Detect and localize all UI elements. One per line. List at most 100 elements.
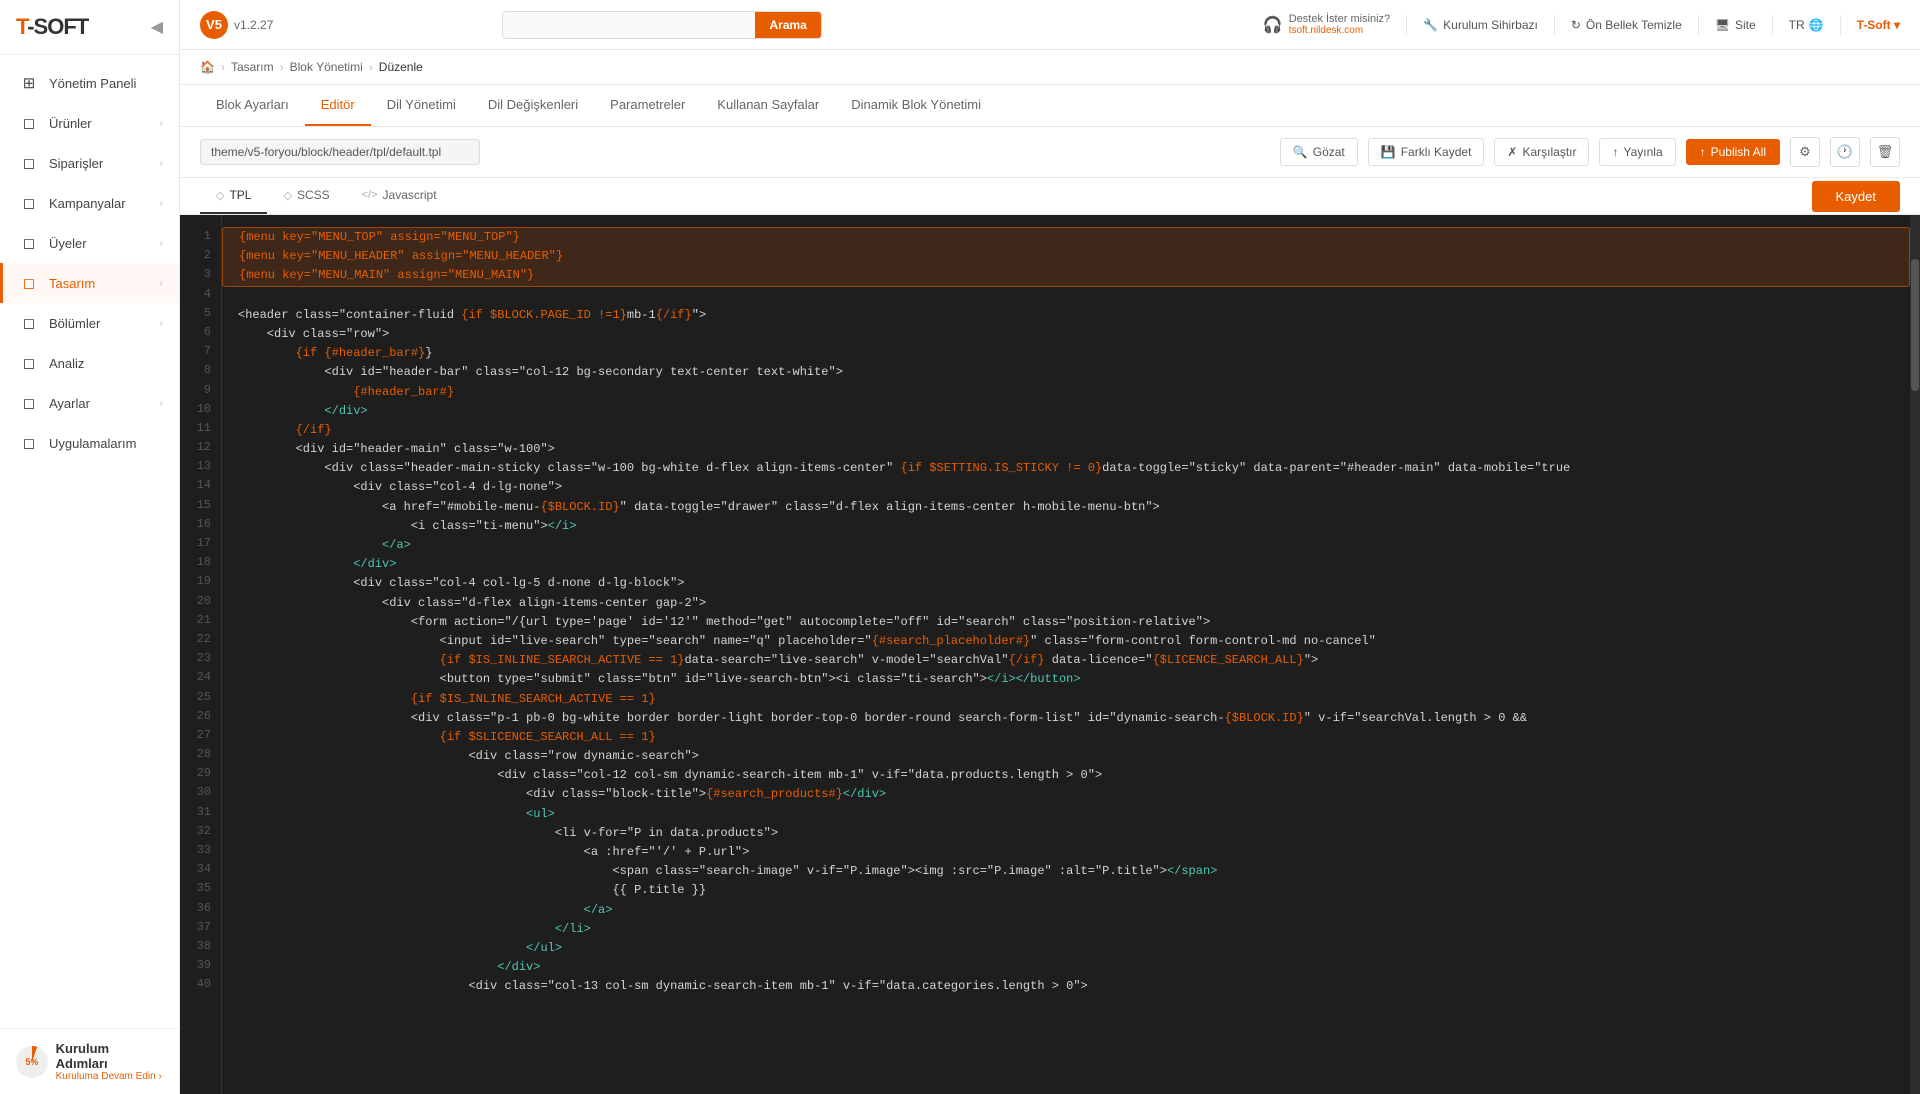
compare-icon: ✗ bbox=[1507, 145, 1517, 159]
design-icon: ◻ bbox=[19, 273, 39, 293]
tab-blok-ayarlari[interactable]: Blok Ayarları bbox=[200, 85, 305, 126]
site-button[interactable]: 🖥 Site bbox=[1715, 18, 1756, 32]
mini-scrollbar[interactable] bbox=[1910, 215, 1920, 1094]
divider bbox=[1406, 15, 1407, 35]
code-container[interactable]: 1234567891011121314151617181920212223242… bbox=[180, 215, 1920, 1094]
sidebar-item-ayarlar[interactable]: ◻ Ayarlar › bbox=[0, 383, 179, 423]
sidebar: T-SOFT ◀ ⊞ Yönetim Paneli ◻ Ürünler › ◻ … bbox=[0, 0, 180, 1094]
karsilastir-label: Karşılaştır bbox=[1522, 145, 1576, 159]
setup-title: Kurulum Adımları bbox=[56, 1041, 163, 1071]
sidebar-item-analiz[interactable]: ◻ Analiz bbox=[0, 343, 179, 383]
sidebar-item-kampanyalar[interactable]: ◻ Kampanyalar › bbox=[0, 183, 179, 223]
js-icon: </> bbox=[362, 189, 378, 201]
tab-tpl[interactable]: ◇ TPL bbox=[200, 178, 267, 214]
breadcrumb-sep: › bbox=[369, 60, 373, 74]
tab-javascript[interactable]: </> Javascript bbox=[346, 178, 453, 214]
chevron-right-icon: › bbox=[160, 118, 163, 129]
publish-all-button[interactable]: ↑ Publish All bbox=[1686, 139, 1780, 165]
code-content[interactable]: {menu key="MENU_TOP" assign="MENU_TOP"} … bbox=[222, 215, 1910, 1094]
yayinla-label: Yayınla bbox=[1623, 145, 1662, 159]
user-icon: ◻ bbox=[19, 233, 39, 253]
editor-page: Blok Ayarları Editör Dil Yönetimi Dil De… bbox=[180, 85, 1920, 1094]
sidebar-logo: T-SOFT ◀ bbox=[0, 0, 179, 55]
sidebar-item-label: Ürünler bbox=[49, 116, 150, 131]
delete-icon-button[interactable]: 🗑 bbox=[1870, 137, 1900, 167]
search-input[interactable] bbox=[503, 12, 756, 38]
editor-toolbar: theme/v5-foryou/block/header/tpl/default… bbox=[180, 127, 1920, 178]
breadcrumb-blok-yonetimi[interactable]: Blok Yönetimi bbox=[290, 60, 363, 74]
support-info: 🎧 Destek İster misiniz? tsoft.nildesk.co… bbox=[1263, 13, 1390, 36]
wizard-label: Kurulum Sihirbazı bbox=[1443, 18, 1538, 32]
wizard-icon: 🔧 bbox=[1423, 18, 1438, 32]
scrollbar-thumb[interactable] bbox=[1911, 259, 1919, 391]
sidebar-item-siparisler[interactable]: ◻ Siparişler › bbox=[0, 143, 179, 183]
logo: T-SOFT bbox=[16, 14, 88, 40]
sidebar-collapse-button[interactable]: ◀ bbox=[151, 17, 163, 37]
support-text: Destek İster misiniz? tsoft.nildesk.com bbox=[1289, 13, 1390, 36]
breadcrumb-sep: › bbox=[221, 60, 225, 74]
setup-progress-item[interactable]: 5% Kurulum Adımları Kuruluma Devam Edin … bbox=[16, 1041, 163, 1082]
sidebar-item-tasarim[interactable]: ◻ Tasarım › bbox=[0, 263, 179, 303]
page-tabs: Blok Ayarları Editör Dil Yönetimi Dil De… bbox=[180, 85, 1920, 127]
wizard-button[interactable]: 🔧 Kurulum Sihirbazı bbox=[1423, 18, 1538, 32]
gozat-button[interactable]: 🔍 Gözat bbox=[1280, 138, 1358, 166]
karsilastir-button[interactable]: ✗ Karşılaştır bbox=[1494, 138, 1589, 166]
tab-dil-degiskenleri[interactable]: Dil Değişkenleri bbox=[472, 85, 594, 126]
sidebar-item-label: Uygulamalarım bbox=[49, 436, 163, 451]
setup-info: Kurulum Adımları Kuruluma Devam Edin › bbox=[56, 1041, 163, 1082]
breadcrumb-tasarim[interactable]: Tasarım bbox=[231, 60, 274, 74]
chevron-right-icon: › bbox=[160, 198, 163, 209]
farkli-kaydet-button[interactable]: 💾 Farklı Kaydet bbox=[1368, 138, 1485, 166]
language-selector[interactable]: TR 🌐 bbox=[1789, 18, 1824, 32]
sidebar-item-label: Bölümler bbox=[49, 316, 150, 331]
user-menu[interactable]: T-Soft ▾ bbox=[1857, 18, 1900, 32]
settings-icon-button[interactable]: ⚙ bbox=[1790, 137, 1820, 167]
site-label: Site bbox=[1735, 18, 1756, 32]
chevron-right-icon: › bbox=[160, 158, 163, 169]
chevron-right-icon: › bbox=[160, 238, 163, 249]
sidebar-item-yonetim-paneli[interactable]: ⊞ Yönetim Paneli bbox=[0, 63, 179, 103]
scss-icon: ◇ bbox=[283, 189, 291, 202]
search-input-wrap: Arama bbox=[502, 11, 822, 39]
sidebar-footer: 5% Kurulum Adımları Kuruluma Devam Edin … bbox=[0, 1028, 179, 1094]
chevron-right-icon: › bbox=[160, 398, 163, 409]
publish-all-label: Publish All bbox=[1711, 145, 1766, 159]
sections-icon: ◻ bbox=[19, 313, 39, 333]
js-label: Javascript bbox=[383, 188, 437, 202]
divider bbox=[1772, 15, 1773, 35]
sidebar-item-uygulamalarim[interactable]: ◻ Uygulamalarım bbox=[0, 423, 179, 463]
tag-icon: ◻ bbox=[19, 193, 39, 213]
search-button[interactable]: Arama bbox=[755, 12, 820, 38]
folder-icon: 🔍 bbox=[1293, 145, 1308, 159]
refresh-icon: ↻ bbox=[1571, 18, 1581, 32]
breadcrumb-current: Düzenle bbox=[379, 60, 423, 74]
support-site: tsoft.nildesk.com bbox=[1289, 25, 1390, 36]
tab-parametreler[interactable]: Parametreler bbox=[594, 85, 701, 126]
support-label: Destek İster misiniz? bbox=[1289, 13, 1390, 25]
lang-label: TR bbox=[1789, 18, 1805, 32]
yayinla-button[interactable]: ↑ Yayınla bbox=[1599, 138, 1675, 166]
upload-icon: ↑ bbox=[1612, 145, 1618, 159]
sidebar-nav: ⊞ Yönetim Paneli ◻ Ürünler › ◻ Siparişle… bbox=[0, 55, 179, 1028]
setup-subtitle[interactable]: Kuruluma Devam Edin › bbox=[56, 1071, 163, 1082]
divider bbox=[1698, 15, 1699, 35]
sidebar-item-bolumler[interactable]: ◻ Bölümler › bbox=[0, 303, 179, 343]
tab-dil-yonetimi[interactable]: Dil Yönetimi bbox=[371, 85, 472, 126]
save-button[interactable]: Kaydet bbox=[1812, 181, 1900, 212]
tab-kullanan-sayfalar[interactable]: Kullanan Sayfalar bbox=[701, 85, 835, 126]
setup-progress-ring: 5% bbox=[16, 1046, 48, 1078]
cache-label: Ön Bellek Temizle bbox=[1586, 18, 1682, 32]
tab-scss[interactable]: ◇ SCSS bbox=[267, 178, 345, 214]
grid-icon: ⊞ bbox=[19, 73, 39, 93]
sidebar-item-urunler[interactable]: ◻ Ürünler › bbox=[0, 103, 179, 143]
sidebar-item-uyeler[interactable]: ◻ Üyeler › bbox=[0, 223, 179, 263]
scss-label: SCSS bbox=[297, 188, 330, 202]
tpl-icon: ◇ bbox=[216, 189, 224, 202]
settings-icon: ◻ bbox=[19, 393, 39, 413]
history-icon-button[interactable]: 🕐 bbox=[1830, 137, 1860, 167]
tab-dinamik-blok[interactable]: Dinamik Blok Yönetimi bbox=[835, 85, 997, 126]
cache-clear-button[interactable]: ↻ Ön Bellek Temizle bbox=[1571, 18, 1682, 32]
tab-editor[interactable]: Editör bbox=[305, 85, 371, 126]
divider bbox=[1840, 15, 1841, 35]
home-icon[interactable]: 🏠 bbox=[200, 60, 215, 74]
